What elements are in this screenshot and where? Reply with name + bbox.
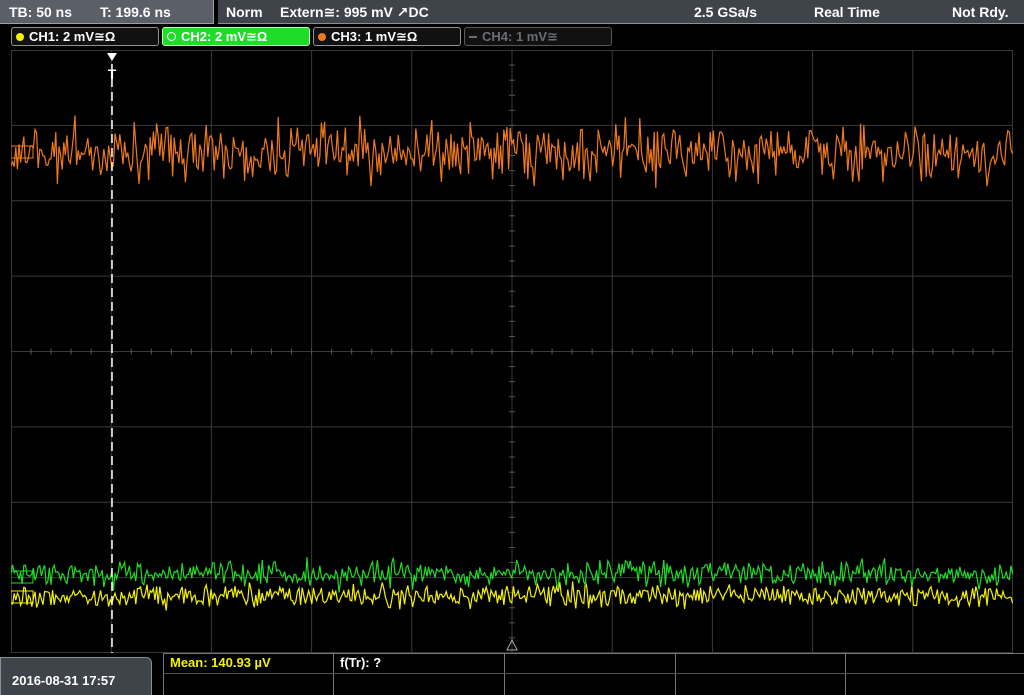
measurement-divider xyxy=(845,653,846,695)
channel-2-label: CH2: 2 mV≅Ω xyxy=(181,29,268,44)
acquisition-mode[interactable]: Real Time xyxy=(814,4,880,20)
trigger-time-value[interactable]: T: 199.6 ns xyxy=(100,4,171,20)
datetime: 2016-08-31 17:57 xyxy=(12,673,116,688)
channel-2-tab[interactable]: CH2: 2 mV≅Ω xyxy=(162,27,310,46)
channel-4-tab[interactable]: CH4: 1 mV≅ xyxy=(464,27,612,46)
channel-2-indicator-icon xyxy=(167,32,176,41)
measurement-ftr[interactable]: f(Tr): ? xyxy=(340,655,381,670)
measurement-row-divider xyxy=(163,673,1024,674)
measurement-divider xyxy=(504,653,505,695)
measurement-panel xyxy=(163,653,1024,695)
status-bar: TB: 50 ns T: 199.6 ns Norm Extern≅: 995 … xyxy=(0,0,1024,26)
trigger-ready-status: Not Rdy. xyxy=(952,4,1009,20)
measurement-divider xyxy=(333,653,334,695)
channel-3-label: CH3: 1 mV≅Ω xyxy=(331,29,418,44)
measurement-divider xyxy=(163,653,164,695)
measurement-divider xyxy=(675,653,676,695)
channel-3-indicator-icon xyxy=(318,33,326,41)
channel-3-tab[interactable]: CH3: 1 mV≅Ω xyxy=(313,27,461,46)
channel-4-label: CH4: 1 mV≅ xyxy=(482,29,558,44)
trigger-source[interactable]: Extern≅: 995 mV ↗DC xyxy=(280,4,429,21)
measurement-mean[interactable]: Mean: 140.93 µV xyxy=(170,655,271,670)
channel-1-tab[interactable]: CH1: 2 mV≅Ω xyxy=(11,27,159,46)
timebase-value[interactable]: TB: 50 ns xyxy=(9,4,72,20)
waveform-display[interactable]: T xyxy=(11,50,1013,653)
channel-1-indicator-icon xyxy=(16,33,24,41)
trigger-mode[interactable]: Norm xyxy=(226,4,263,20)
channel-1-label: CH1: 2 mV≅Ω xyxy=(29,29,116,44)
sample-rate: 2.5 GSa/s xyxy=(694,4,758,20)
channel-4-indicator-icon xyxy=(469,36,477,38)
trigger-position-label: T xyxy=(108,66,117,82)
